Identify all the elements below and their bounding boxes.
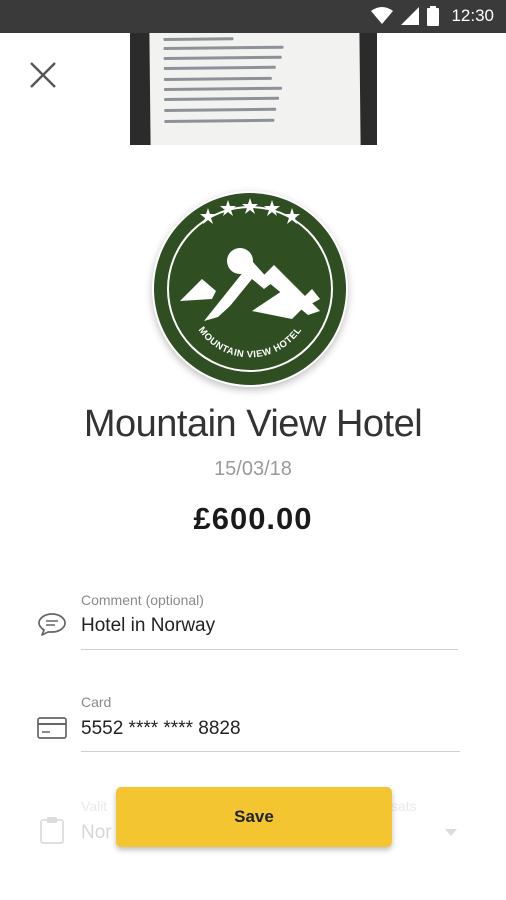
close-icon <box>30 62 56 88</box>
card-input[interactable]: 5552 **** **** 8828 <box>81 718 241 740</box>
battery-icon <box>427 6 440 26</box>
merchant-logo: MOUNTAIN VIEW HOTEL <box>152 191 348 387</box>
card-field[interactable]: Card 5552 **** **** 8828 <box>0 692 506 754</box>
status-time: 12:30 <box>451 6 494 25</box>
dropdown-arrow-icon[interactable] <box>445 829 457 837</box>
signal-icon <box>401 7 420 25</box>
status-bar: 12:30 <box>0 0 506 33</box>
save-button[interactable]: Save <box>116 787 392 847</box>
vat-label-right: sats <box>391 798 417 814</box>
wifi-icon <box>371 7 394 24</box>
status-icons: 12:30 <box>371 6 494 26</box>
transaction-amount: £600.00 <box>193 501 313 536</box>
vat-label-left: Valit <box>81 798 108 814</box>
receipt-photo[interactable] <box>130 33 377 145</box>
close-button[interactable] <box>22 56 62 96</box>
merchant-name: Mountain View Hotel <box>83 403 423 445</box>
comment-input[interactable]: Hotel in Norway <box>81 615 215 637</box>
credit-card-icon <box>37 717 67 739</box>
comment-label: Comment (optional) <box>81 592 204 608</box>
clipboard-icon <box>40 817 64 844</box>
card-label: Card <box>81 694 112 710</box>
comment-icon <box>38 613 66 636</box>
comment-field[interactable]: Comment (optional) Hotel in Norway <box>0 590 506 652</box>
comment-underline <box>81 649 458 650</box>
vat-value[interactable]: Nor <box>81 822 112 844</box>
card-underline <box>81 751 460 752</box>
receipt-paper <box>149 33 361 145</box>
transaction-date: 15/03/18 <box>214 458 292 480</box>
